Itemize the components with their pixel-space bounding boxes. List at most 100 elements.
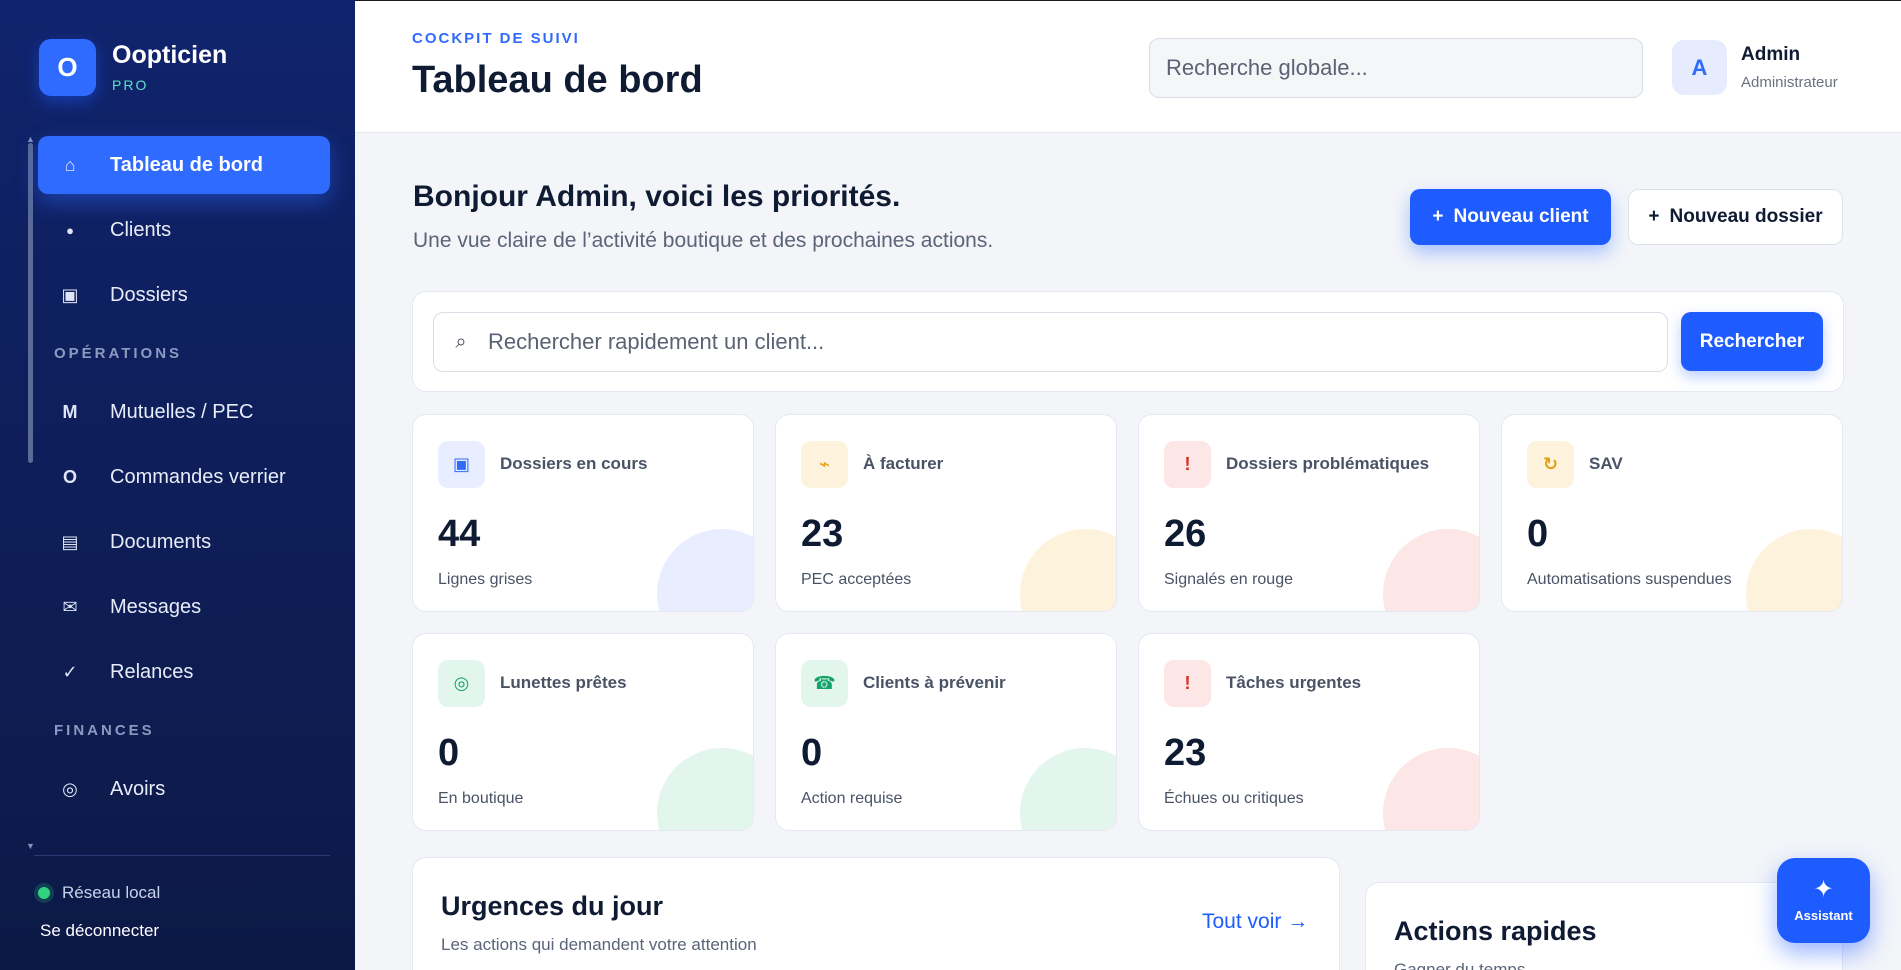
quick-search-placeholder: Rechercher rapidement un client... (488, 329, 825, 354)
stat-card-a-facturer[interactable]: ⌁ À facturer 23 PEC acceptées (775, 414, 1117, 612)
decorative-blob (1383, 748, 1479, 830)
brand-tier: PRO (112, 77, 149, 94)
header-kicker: COCKPIT DE SUIVI (412, 30, 580, 47)
stat-label: À facturer (863, 454, 944, 473)
brand-name: Oopticien (112, 40, 228, 69)
greeting-title: Bonjour Admin, voici les priorités. (413, 180, 901, 213)
phone-icon: ☎ (801, 660, 848, 707)
dot-icon: ● (66, 222, 74, 238)
stat-label: Lunettes prêtes (500, 673, 627, 692)
sidebar-nav: ⌂ Tableau de bord ● Clients ▣ Dossiers O… (38, 136, 330, 825)
quick-search-input[interactable]: ⌕ Rechercher rapidement un client... (433, 312, 1668, 372)
stat-label: Tâches urgentes (1226, 673, 1362, 692)
sidebar-item-avoirs[interactable]: ◎ Avoirs (38, 760, 330, 818)
global-search-input[interactable]: Recherche globale... (1149, 38, 1643, 98)
decorative-blob (657, 748, 753, 830)
sidebar-item-mutuelles[interactable]: M Mutuelles / PEC (38, 383, 330, 441)
user-role: Administrateur (1741, 74, 1838, 91)
assistant-button[interactable]: ✦ Assistant (1777, 858, 1870, 943)
stat-value: 44 (438, 513, 481, 555)
plus-icon: + (1648, 206, 1660, 227)
sidebar-item-label: Clients (110, 218, 172, 241)
page-title: Tableau de bord (412, 59, 703, 101)
stat-subtitle: PEC acceptées (801, 571, 912, 588)
network-status: Réseau local (38, 883, 160, 903)
invoice-icon: ⌁ (801, 441, 848, 488)
new-dossier-label: Nouveau dossier (1669, 206, 1823, 227)
check-icon: ✓ (62, 661, 78, 682)
status-dot-icon (38, 887, 50, 899)
stat-subtitle: Automatisations suspendues (1527, 571, 1732, 588)
sidebar-item-messages[interactable]: ✉ Messages (38, 578, 330, 636)
sidebar-item-relances[interactable]: ✓ Relances (38, 643, 330, 701)
see-all-link[interactable]: Tout voir → (1202, 910, 1308, 934)
user-menu[interactable]: A Admin Administrateur (1672, 40, 1838, 95)
alert-icon: ! (1164, 660, 1211, 707)
order-icon: O (62, 466, 77, 487)
stat-value: 0 (438, 732, 460, 774)
stat-value: 0 (801, 732, 823, 774)
sidebar-item-label: Messages (110, 595, 202, 618)
stat-label: Dossiers en cours (500, 454, 648, 473)
new-client-button[interactable]: + Nouveau client (1410, 189, 1611, 245)
nav-section-operations: OPÉRATIONS (54, 344, 183, 362)
decorative-blob (1020, 529, 1116, 611)
stat-value: 26 (1164, 513, 1207, 555)
top-header: COCKPIT DE SUIVI Tableau de bord Recherc… (355, 0, 1901, 133)
actions-title: Actions rapides (1394, 916, 1597, 946)
user-info: Admin Administrateur (1741, 44, 1838, 91)
stat-subtitle: Lignes grises (438, 571, 533, 588)
sidebar-item-clients[interactable]: ● Clients (38, 201, 330, 259)
document-icon: ▤ (61, 531, 79, 552)
search-button[interactable]: Rechercher (1681, 312, 1823, 371)
brand-logo-icon: O (39, 39, 96, 96)
sidebar-item-documents[interactable]: ▤ Documents (38, 513, 330, 571)
stat-card-lunettes-pretes[interactable]: ◎ Lunettes prêtes 0 En boutique (412, 633, 754, 831)
sidebar-item-label: Relances (110, 660, 194, 683)
credit-icon: ◎ (62, 778, 78, 799)
sidebar-scrollbar[interactable] (28, 143, 33, 463)
home-icon: ⌂ (64, 154, 76, 175)
greeting-subtitle: Une vue claire de l’activité boutique et… (413, 229, 994, 252)
decorative-blob (1746, 529, 1842, 611)
avatar: A (1672, 40, 1727, 95)
sparkle-icon: ✦ (1813, 876, 1834, 903)
stat-label: SAV (1589, 454, 1623, 473)
sidebar-item-label: Avoirs (110, 777, 166, 800)
plus-icon: + (1432, 206, 1444, 227)
logout-link[interactable]: Se déconnecter (40, 921, 159, 941)
brand-text: Oopticien PRO (112, 40, 228, 94)
stat-label: Dossiers problématiques (1226, 454, 1430, 473)
urgences-title: Urgences du jour (441, 891, 664, 921)
stat-card-dossiers-problematiques[interactable]: ! Dossiers problématiques 26 Signalés en… (1138, 414, 1480, 612)
user-name: Admin (1741, 44, 1801, 65)
sidebar-item-dossiers[interactable]: ▣ Dossiers (38, 266, 330, 324)
urgences-panel: Urgences du jour Les actions qui demande… (412, 857, 1340, 970)
quick-search-card: ⌕ Rechercher rapidement un client... Rec… (412, 291, 1844, 392)
sidebar-item-label: Tableau de bord (110, 153, 263, 176)
nav-section-finances: FINANCES (54, 721, 155, 739)
stat-subtitle: Signalés en rouge (1164, 571, 1293, 588)
sidebar-item-tableau-de-bord[interactable]: ⌂ Tableau de bord (38, 136, 330, 194)
scroll-down-icon[interactable]: ▼ (26, 841, 35, 851)
brand[interactable]: O Oopticien PRO (39, 39, 227, 96)
new-dossier-button[interactable]: + Nouveau dossier (1628, 189, 1843, 245)
stat-subtitle: Action requise (801, 790, 903, 807)
sidebar-item-commandes-verrier[interactable]: O Commandes verrier (38, 448, 330, 506)
sidebar-item-label: Documents (110, 530, 212, 553)
stat-subtitle: En boutique (438, 790, 524, 807)
mutuelle-icon: M (62, 401, 78, 422)
stat-card-clients-a-prevenir[interactable]: ☎ Clients à prévenir 0 Action requise (775, 633, 1117, 831)
sidebar: O Oopticien PRO ▲ ▼ ⌂ Tableau de bord ● … (0, 0, 355, 970)
stat-value: 0 (1527, 513, 1549, 555)
decorative-blob (657, 529, 753, 611)
stat-card-sav[interactable]: ↻ SAV 0 Automatisations suspendues (1501, 414, 1843, 612)
actions-subtitle: Gagner du temps (1394, 960, 1526, 970)
stat-card-taches-urgentes[interactable]: ! Tâches urgentes 23 Échues ou critiques (1138, 633, 1480, 831)
new-client-label: Nouveau client (1453, 206, 1589, 227)
stat-card-dossiers-en-cours[interactable]: ▣ Dossiers en cours 44 Lignes grises (412, 414, 754, 612)
decorative-blob (1383, 529, 1479, 611)
sidebar-item-label: Mutuelles / PEC (110, 400, 254, 423)
alert-icon: ! (1164, 441, 1211, 488)
mail-icon: ✉ (62, 596, 78, 617)
